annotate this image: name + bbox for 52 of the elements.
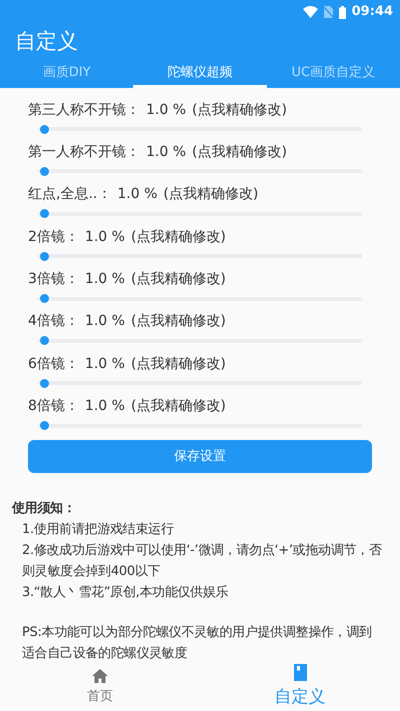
slider-thumb[interactable] <box>40 336 50 346</box>
setting-value: 1.0 % <box>84 312 125 332</box>
setting-label: 第三人称不开镜： <box>28 100 140 120</box>
setting-value: 1.0 % <box>84 397 125 416</box>
no-sim-icon <box>324 6 333 18</box>
edit-link[interactable]: (点我精确修改) <box>192 142 287 163</box>
edit-link[interactable]: (点我精确修改) <box>163 184 258 206</box>
edit-link[interactable]: (点我精确修改) <box>130 311 226 332</box>
ps-text: PS:本功能可以为部分陀螺仪不灵敏的用户提供调整操作，调到适合自己设备的陀螺仪灵敏度 <box>21 624 373 664</box>
edit-link[interactable]: (点我精确修改) <box>130 269 226 290</box>
setting-value: 1.0 % <box>117 185 158 204</box>
nav-tab[interactable]: 首页 <box>0 664 200 711</box>
slider-track[interactable] <box>38 296 362 301</box>
setting-value: 1.0 % <box>146 142 186 162</box>
slider-track[interactable] <box>38 212 362 216</box>
setting-label: 第一人称不开镜： <box>28 142 140 162</box>
slider-thumb[interactable] <box>40 421 50 430</box>
slider-thumb[interactable] <box>40 294 50 304</box>
setting-value: 1.0 % <box>146 100 186 120</box>
edit-link[interactable]: (点我精确修改) <box>130 354 226 375</box>
setting-label: 6倍镜： <box>28 354 79 374</box>
slider-track[interactable] <box>38 169 362 174</box>
status-time: 09:44 <box>352 3 393 22</box>
slider-track[interactable] <box>38 424 362 428</box>
slider-thumb[interactable] <box>40 124 50 134</box>
setting-value: 1.0 % <box>84 228 125 247</box>
setting-label: 3倍镜： <box>28 270 79 290</box>
wifi-icon <box>302 6 318 18</box>
slider-track[interactable] <box>38 381 362 386</box>
edit-link[interactable]: (点我精确修改) <box>192 100 287 120</box>
edit-link[interactable]: (点我精确修改) <box>130 396 226 418</box>
setting-label: 8倍镜： <box>28 397 79 416</box>
note-text: 1.使用前请把游戏结束运行 <box>21 521 175 540</box>
setting-label: 红点,全息..： <box>28 185 112 204</box>
slider-track[interactable] <box>38 338 362 343</box>
setting-label: 2倍镜： <box>28 228 79 247</box>
notes-title: 使用须知： <box>12 500 77 518</box>
edit-link[interactable]: (点我精确修改) <box>130 226 226 248</box>
setting-label: 4倍镜： <box>28 312 79 332</box>
setting-value: 1.0 % <box>84 270 125 290</box>
slider-thumb[interactable] <box>40 166 50 176</box>
battery-icon <box>338 6 346 18</box>
slider-track[interactable] <box>38 254 362 258</box>
slider-thumb[interactable] <box>40 209 50 218</box>
note-text: 3.“散人丶雪花”原创,本功能仅供娱乐 <box>21 584 230 602</box>
setting-value: 1.0 % <box>84 354 125 374</box>
home-icon <box>92 668 108 683</box>
book-icon <box>294 664 306 682</box>
app-title: 自定义 <box>15 28 78 56</box>
slider-thumb[interactable] <box>40 378 50 388</box>
note-text: 2.修改成功后游戏中可以使用‘-’微调，请勿点‘+’或拖动调节，否则灵敏度会掉到400以下 <box>21 542 383 582</box>
slider-thumb[interactable] <box>40 252 50 261</box>
